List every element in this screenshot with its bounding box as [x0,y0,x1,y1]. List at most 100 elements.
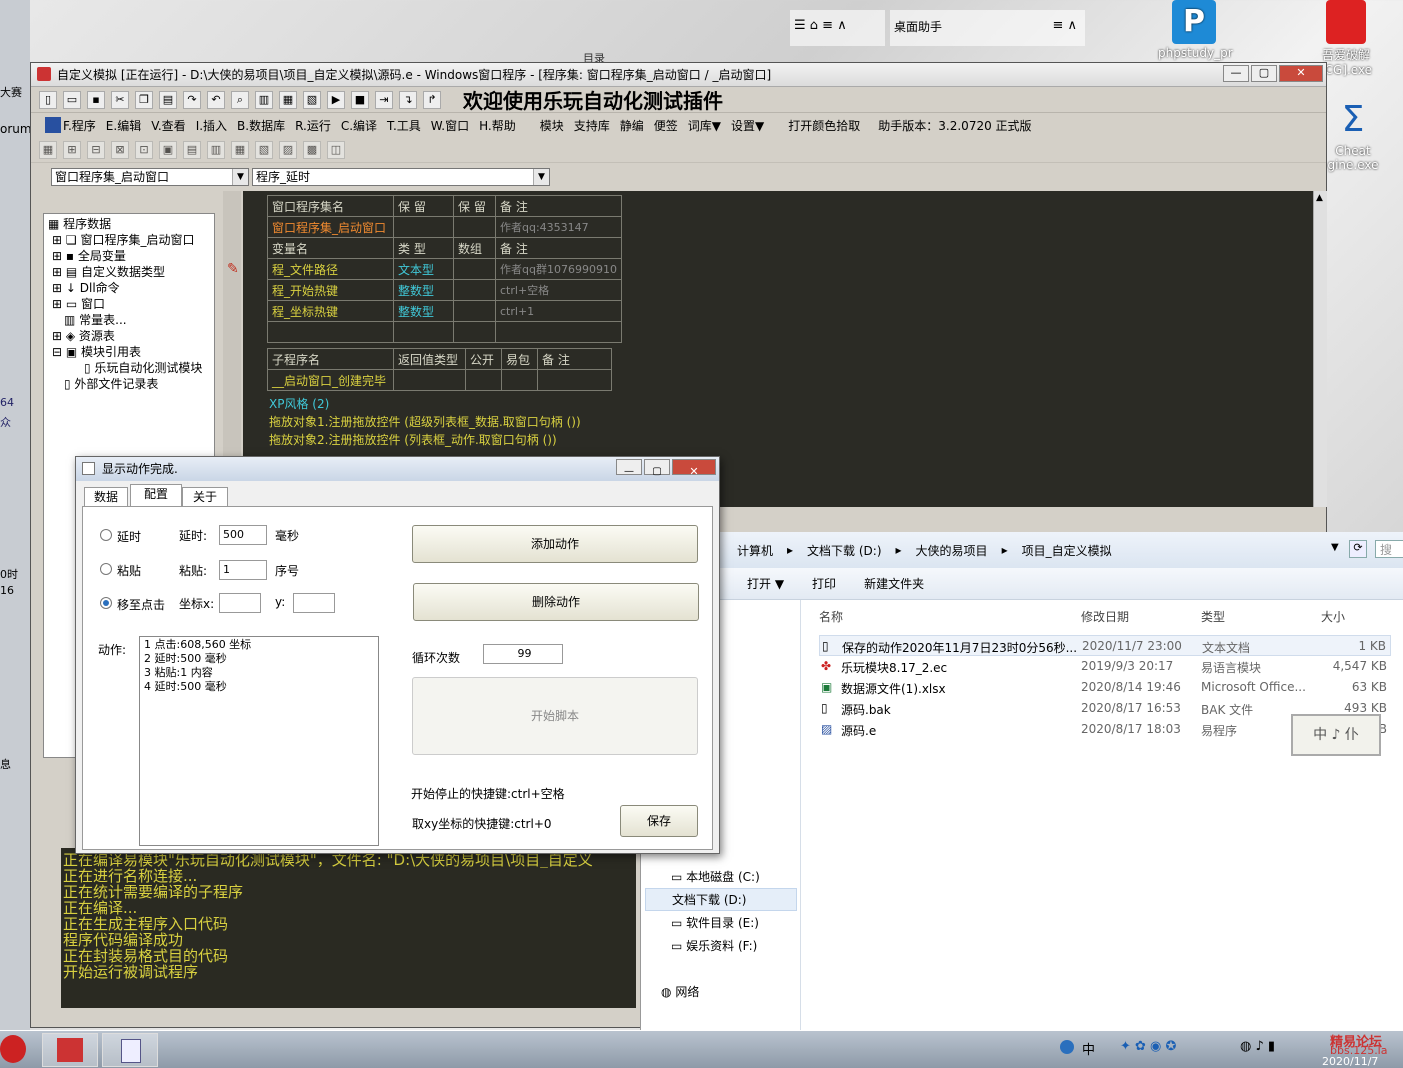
address-bar[interactable]: 计算机 ▸ 文档下载 (D:) ▸ 大侠的易项目 ▸ 项目_自定义模拟 ▼ ⟳ 搜 [641,532,1403,568]
list-item[interactable]: 2 延时:500 毫秒 [144,652,374,666]
tree-item-window[interactable]: ⊞ ▭ 窗口 [52,295,105,312]
file-row[interactable]: ✤ 乐玩模块8.17_2.ec 2019/9/3 20:17 易语言模块 4,5… [819,656,1391,677]
var-type-cell[interactable]: 整数型 [393,279,454,301]
copy-icon[interactable]: ❐ [135,90,153,109]
column-name[interactable]: 名称 [819,608,843,625]
menu-insert[interactable]: I.插入 [196,117,227,134]
subroutine-name-cell[interactable]: __启动窗口_创建完毕 [267,369,394,391]
drive-f[interactable]: ▭ 娱乐资料 (F:) [671,937,757,954]
tree-item-external-files[interactable]: ▯ 外部文件记录表 [64,375,158,392]
drive-d[interactable]: 文档下载 (D:) [645,888,797,911]
tree-item-constants[interactable]: ▥ 常量表... [64,311,127,328]
maximize-button[interactable]: ▢ [1251,65,1277,82]
chevron-down-icon[interactable]: ▼ [1331,542,1339,553]
radio-delay-label[interactable]: 延时 [117,528,141,545]
breadcrumb-drive[interactable]: 文档下载 (D:) [807,542,881,559]
align-icon[interactable]: ⊡ [135,140,153,159]
layout1-icon[interactable]: ▥ [255,90,273,109]
var-name-cell[interactable]: 程_文件路径 [267,258,394,280]
start-script-button[interactable]: 开始脚本 [412,677,698,755]
dialog-titlebar[interactable]: 显示动作完成. — ▢ ✕ [76,457,719,481]
radio-move-click-label[interactable]: 移至点击 [117,596,165,613]
menu-help[interactable]: H.帮助 [479,117,516,134]
var-type-cell[interactable]: 文本型 [393,258,454,280]
tray-icons[interactable]: ✦ ✿ ◉ ✪ [1120,1039,1176,1054]
save-icon[interactable]: ▪ [87,90,105,109]
volume-icon[interactable]: ◍ ♪ ▮ [1240,1039,1275,1054]
action-list[interactable]: 1 点击:608,560 坐标 2 延时:500 毫秒 3 粘贴:1 内容 4 … [139,636,379,846]
radio-paste-label[interactable]: 粘贴 [117,562,141,579]
save-button[interactable]: 保存 [620,805,698,837]
code-line[interactable]: 拖放对象1.注册拖放控件 (超级列表框_数据.取窗口句柄 ()) [269,413,581,430]
align-icon[interactable]: ◫ [327,140,345,159]
step-icon[interactable]: ⇥ [375,90,393,109]
open-button[interactable]: 打开 ▼ [747,575,784,592]
search-input[interactable]: 搜 [1375,540,1403,558]
tree-root[interactable]: ▦ 程序数据 [48,215,111,232]
code-line[interactable]: 拖放对象2.注册拖放控件 (列表框_动作.取窗口句柄 ()) [269,431,557,448]
cut-icon[interactable]: ✂ [111,90,129,109]
menu-database[interactable]: B.数据库 [237,117,285,134]
menu-view[interactable]: V.查看 [151,117,185,134]
drive-e[interactable]: ▭ 软件目录 (E:) [671,914,759,931]
code-line[interactable]: XP风格 (2) [269,395,329,412]
tree-item-globals[interactable]: ⊞ ▪ 全局变量 [52,247,126,264]
tab-config[interactable]: 配置 [130,484,182,507]
menu-run[interactable]: R.运行 [295,117,331,134]
search-tray-icon[interactable] [1060,1040,1074,1054]
subroutine-combo[interactable]: 程序_延时 ▼ [252,168,550,186]
close-button[interactable]: ✕ [1279,65,1323,82]
tree-item-assembly[interactable]: ⊞ ❏ 窗口程序集_启动窗口 [52,231,194,248]
tab-data[interactable]: 数据 [84,487,128,507]
menu-settings[interactable]: 设置▼ [731,117,764,134]
open-icon[interactable]: ▭ [63,90,81,109]
find-icon[interactable]: ⌕ [231,90,249,109]
coord-y-input[interactable] [293,593,335,613]
radio-delay[interactable] [100,529,112,541]
paste-icon[interactable]: ▤ [159,90,177,109]
minimize-button[interactable]: — [1223,65,1249,82]
tool-icon[interactable]: ▦ [39,140,57,159]
radio-move-click[interactable] [100,597,112,609]
top-widget-toolbar[interactable]: ☰ ⌂ ≡ ∧ [790,10,885,46]
menu-lexicon[interactable]: 词库▼ [688,117,721,134]
delete-action-button[interactable]: 删除动作 [413,583,699,621]
ime-status-widget[interactable]: 中 ♪ 仆 [1291,714,1381,756]
menu-window[interactable]: W.窗口 [431,117,469,134]
tab-about[interactable]: 关于 [182,487,228,507]
menu-color-picker[interactable]: 打开颜色拾取 [788,117,860,134]
ime-indicator[interactable]: 中 [1082,1039,1095,1058]
align-icon[interactable]: ⊟ [87,140,105,159]
column-type[interactable]: 类型 [1201,608,1225,625]
file-row[interactable]: ▣ 数据源文件(1).xlsx 2020/8/14 19:46 Microsof… [819,677,1391,698]
taskbar-app-dialog[interactable] [102,1033,158,1067]
var-type-cell[interactable]: 整数型 [393,300,454,322]
step-into-icon[interactable]: ↴ [399,90,417,109]
redo-icon[interactable]: ↷ [183,90,201,109]
list-item[interactable]: 4 延时:500 毫秒 [144,680,374,694]
close-button[interactable]: ✕ [672,459,716,478]
align-icon[interactable]: ⊠ [111,140,129,159]
code-scrollbar[interactable]: ▲ [1313,191,1327,507]
breadcrumb-computer[interactable]: 计算机 [737,542,773,559]
new-icon[interactable]: ▯ [39,90,57,109]
menu-program[interactable]: F.程序 [63,117,96,134]
layout2-icon[interactable]: ▦ [279,90,297,109]
ide-titlebar[interactable]: 自定义模拟 [正在运行] - D:\大侠的易项目\项目_自定义模拟\源码.e -… [31,63,1326,87]
var-name-cell[interactable]: 程_开始热键 [267,279,394,301]
add-action-button[interactable]: 添加动作 [412,525,698,563]
desktop-icon-cheat-engine[interactable]: Σ Cheat gine.exe [1318,98,1388,172]
refresh-icon[interactable]: ⟳ [1349,540,1367,558]
desktop-icon-phpstudy[interactable]: P phpstudy_pr [1158,0,1233,60]
loop-count-input[interactable]: 99 [483,644,563,664]
minimize-button[interactable]: — [616,459,642,477]
tree-item-modules[interactable]: ⊟ ▣ 模块引用表 [52,343,141,360]
maximize-button[interactable]: ▢ [644,459,670,477]
menu-tools[interactable]: T.工具 [387,117,421,134]
breadcrumb-project-folder[interactable]: 大侠的易项目 [916,542,988,559]
radio-paste[interactable] [100,563,112,575]
stop-icon[interactable]: ■ [351,90,369,109]
align-icon[interactable]: ▦ [231,140,249,159]
breadcrumb-current[interactable]: 项目_自定义模拟 [1022,542,1112,559]
tree-item-types[interactable]: ⊞ ▤ 自定义数据类型 [52,263,165,280]
